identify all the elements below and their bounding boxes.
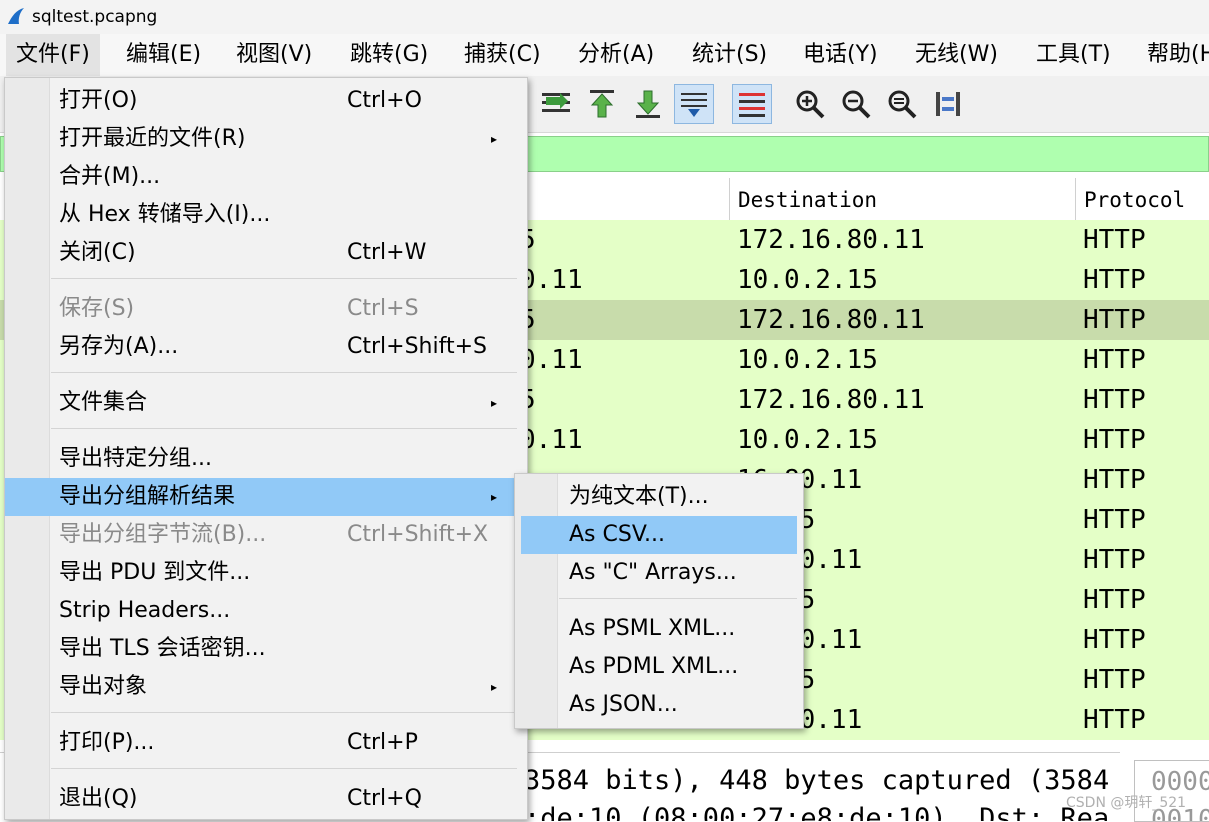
go-first-icon	[590, 90, 614, 118]
cell-proto: HTTP	[1083, 585, 1146, 615]
zoom-out-icon	[842, 90, 871, 119]
menu-item-close[interactable]: 关闭(C) Ctrl+W	[5, 234, 519, 272]
cell-src: 0.11	[520, 265, 583, 295]
menu-telephony[interactable]: 电话(Y)	[793, 34, 888, 76]
autoscroll-live-button[interactable]	[674, 84, 714, 124]
submenu-item-csv[interactable]: As CSV...	[521, 516, 797, 554]
cell-proto: HTTP	[1083, 505, 1146, 535]
menu-go[interactable]: 跳转(G)	[340, 34, 438, 76]
submenu-item-plain-text[interactable]: 为纯文本(T)...	[521, 478, 797, 516]
autoscroll-live-icon	[681, 93, 707, 117]
go-last-button[interactable]	[628, 84, 668, 124]
zoom-reset-icon	[888, 90, 917, 119]
cell-proto: HTTP	[1083, 625, 1146, 655]
cell-dst: 172.16.80.11	[737, 385, 925, 415]
colorize-button[interactable]	[732, 84, 772, 124]
menu-view[interactable]: 视图(V)	[226, 34, 322, 76]
submenu-arrow-icon: ▸	[491, 490, 498, 504]
cell-dst: 172.16.80.11	[737, 305, 925, 335]
submenu-item-json[interactable]: As JSON...	[521, 686, 797, 724]
cell-proto: HTTP	[1083, 265, 1146, 295]
menu-bar: 文件(F) 编辑(E) 视图(V) 跳转(G) 捕获(C) 分析(A) 统计(S…	[0, 34, 1209, 76]
menu-item-export-specified[interactable]: 导出特定分组...	[5, 440, 519, 478]
go-last-icon	[636, 90, 660, 118]
menu-separator	[51, 768, 517, 769]
details-line[interactable]: :de:10 (08:00:27:e8:de:10), Dst: Rea	[524, 803, 1109, 821]
menu-item-strip-headers[interactable]: Strip Headers...	[5, 592, 519, 630]
cell-proto: HTTP	[1083, 545, 1146, 575]
cell-proto: HTTP	[1083, 705, 1146, 735]
submenu-item-c-arrays[interactable]: As "C" Arrays...	[521, 554, 797, 592]
column-header-destination[interactable]: Destination	[729, 178, 1075, 220]
cell-dst: 172.16.80.11	[737, 225, 925, 255]
zoom-in-icon	[796, 90, 825, 119]
cell-dst: 10.0.2.15	[737, 345, 878, 375]
column-header-protocol[interactable]: Protocol	[1075, 178, 1209, 220]
window-title: sqltest.pcapng	[32, 7, 158, 27]
menu-separator	[51, 712, 517, 713]
menu-item-export-dissections[interactable]: 导出分组解析结果 ▸	[5, 478, 519, 516]
menu-file[interactable]: 文件(F)	[6, 34, 100, 76]
zoom-in-button[interactable]	[790, 84, 830, 124]
submenu-item-psml[interactable]: As PSML XML...	[521, 610, 797, 648]
menu-separator	[51, 278, 517, 279]
cell-proto: HTTP	[1083, 225, 1146, 255]
submenu-arrow-icon: ▸	[491, 680, 498, 694]
colorize-icon	[739, 93, 765, 117]
cell-proto: HTTP	[1083, 345, 1146, 375]
menu-item-file-set[interactable]: 文件集合 ▸	[5, 384, 519, 422]
resize-columns-button[interactable]	[928, 84, 968, 124]
menu-item-print[interactable]: 打印(P)... Ctrl+P	[5, 724, 519, 762]
menu-item-import-hex[interactable]: 从 Hex 转储导入(I)...	[5, 196, 519, 234]
menu-item-export-bytes[interactable]: 导出分组字节流(B)... Ctrl+Shift+X	[5, 516, 519, 554]
menu-item-merge[interactable]: 合并(M)...	[5, 158, 519, 196]
menu-tools[interactable]: 工具(T)	[1026, 34, 1121, 76]
menu-item-export-tls-keys[interactable]: 导出 TLS 会话密钥...	[5, 630, 519, 668]
submenu-item-pdml[interactable]: As PDML XML...	[521, 648, 797, 686]
cell-proto: HTTP	[1083, 385, 1146, 415]
submenu-arrow-icon: ▸	[491, 132, 498, 146]
menu-item-quit[interactable]: 退出(Q) Ctrl+Q	[5, 780, 519, 818]
go-first-button[interactable]	[582, 84, 622, 124]
submenu-arrow-icon: ▸	[491, 396, 498, 410]
menu-item-save-as[interactable]: 另存为(A)... Ctrl+Shift+S	[5, 328, 519, 366]
menu-edit[interactable]: 编辑(E)	[116, 34, 211, 76]
menu-analyze[interactable]: 分析(A)	[568, 34, 664, 76]
menu-help[interactable]: 帮助(H)	[1137, 34, 1209, 76]
cell-dst: 10.0.2.15	[737, 425, 878, 455]
watermark: CSDN @玥轩_521	[1066, 795, 1187, 811]
cell-proto: HTTP	[1083, 465, 1146, 495]
menu-capture[interactable]: 捕获(C)	[454, 34, 551, 76]
cell-dst: 10.0.2.15	[737, 265, 878, 295]
cell-src: 0.11	[520, 345, 583, 375]
autoscroll-button[interactable]	[536, 84, 576, 124]
zoom-reset-button[interactable]	[882, 84, 922, 124]
cell-proto: HTTP	[1083, 425, 1146, 455]
wireshark-fin-icon	[8, 8, 24, 24]
menu-wireless[interactable]: 无线(W)	[905, 34, 1008, 76]
zoom-out-button[interactable]	[836, 84, 876, 124]
menu-item-save[interactable]: 保存(S) Ctrl+S	[5, 290, 519, 328]
title-bar: sqltest.pcapng	[0, 0, 1209, 34]
resize-columns-icon	[936, 92, 960, 116]
packet-bytes: 0000 0010	[1134, 760, 1209, 822]
menu-item-open-recent[interactable]: 打开最近的文件(R) ▸	[5, 120, 519, 158]
menu-separator	[559, 598, 797, 599]
details-line[interactable]: 3584 bits), 448 bytes captured (3584	[524, 765, 1109, 796]
autoscroll-icon	[542, 93, 570, 112]
menu-item-export-pdu[interactable]: 导出 PDU 到文件...	[5, 554, 519, 592]
cell-src: 0.11	[520, 425, 583, 455]
menu-item-export-objects[interactable]: 导出对象 ▸	[5, 668, 519, 706]
menu-statistics[interactable]: 统计(S)	[682, 34, 777, 76]
file-menu: 打开(O) Ctrl+O 打开最近的文件(R) ▸ 合并(M)... 从 Hex…	[4, 77, 528, 820]
export-dissections-submenu: 为纯文本(T)... As CSV... As "C" Arrays... As…	[514, 473, 804, 729]
cell-proto: HTTP	[1083, 305, 1146, 335]
menu-separator	[51, 428, 517, 429]
menu-separator	[51, 372, 517, 373]
menu-item-open[interactable]: 打开(O) Ctrl+O	[5, 82, 519, 120]
cell-proto: HTTP	[1083, 665, 1146, 695]
